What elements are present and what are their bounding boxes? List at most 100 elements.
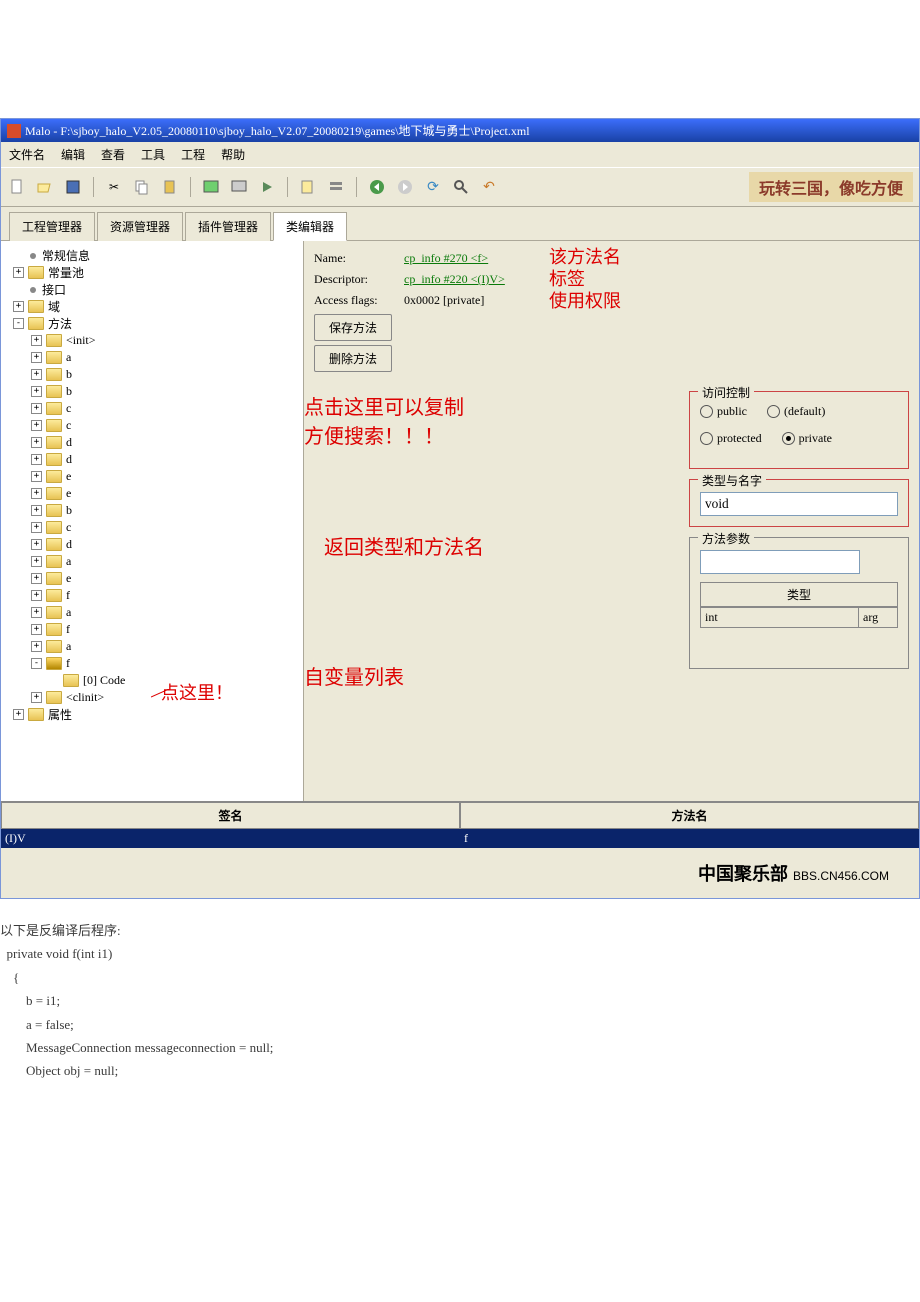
search-icon[interactable] xyxy=(451,177,471,197)
tree-toggle-icon[interactable]: + xyxy=(31,352,42,363)
screen-icon[interactable] xyxy=(229,177,249,197)
radio-default[interactable]: (default) xyxy=(767,404,825,419)
code-line: Object obj = null; xyxy=(0,1059,920,1082)
tree-label: b xyxy=(66,367,72,382)
image-icon[interactable] xyxy=(201,177,221,197)
tree-item[interactable]: +e xyxy=(7,485,297,502)
radio-public[interactable]: public xyxy=(700,404,747,419)
tree-item[interactable]: 常规信息 xyxy=(7,247,297,264)
tree-item[interactable]: +c xyxy=(7,400,297,417)
radio-protected[interactable]: protected xyxy=(700,431,762,446)
tree-toggle-icon[interactable]: + xyxy=(31,590,42,601)
tree-toggle-icon[interactable]: + xyxy=(31,607,42,618)
menu-工程[interactable]: 工程 xyxy=(181,146,205,163)
tree-toggle-icon[interactable]: + xyxy=(31,369,42,380)
save-method-button[interactable]: 保存方法 xyxy=(314,314,392,341)
tree-item[interactable]: +<init> xyxy=(7,332,297,349)
tree-toggle-icon[interactable]: + xyxy=(31,437,42,448)
tree-label: e xyxy=(66,486,71,501)
radio-private[interactable]: private xyxy=(782,431,832,446)
param-input[interactable] xyxy=(700,550,860,574)
tree-item[interactable]: -方法 xyxy=(7,315,297,332)
tree-item[interactable]: + 属性 xyxy=(7,706,297,723)
param-row[interactable]: int arg xyxy=(700,607,898,628)
back-icon[interactable] xyxy=(367,177,387,197)
banner-ad: 玩转三国，像吃方便 xyxy=(749,172,913,202)
undo-icon[interactable]: ↶ xyxy=(479,177,499,197)
tree-toggle-icon[interactable]: - xyxy=(31,658,42,669)
menu-工具[interactable]: 工具 xyxy=(141,146,165,163)
tree-label: a xyxy=(66,554,71,569)
tree-toggle-icon[interactable]: + xyxy=(31,505,42,516)
tree-item[interactable]: [0] Code xyxy=(7,672,297,689)
tree-toggle-icon[interactable]: + xyxy=(31,556,42,567)
refresh-icon[interactable]: ⟳ xyxy=(423,177,443,197)
signature-row[interactable]: (I)V f xyxy=(1,829,919,848)
delete-method-button[interactable]: 删除方法 xyxy=(314,345,392,372)
tree-toggle-icon[interactable]: + xyxy=(13,267,24,278)
tree-toggle-icon[interactable]: + xyxy=(31,335,42,346)
save-icon[interactable] xyxy=(63,177,83,197)
folder-icon xyxy=(46,385,62,398)
cut-icon[interactable]: ✂ xyxy=(104,177,124,197)
tree-item[interactable]: +d xyxy=(7,434,297,451)
tree-toggle-icon[interactable]: + xyxy=(31,386,42,397)
name-value[interactable]: cp_info #270 <f> xyxy=(404,251,488,266)
tree-toggle-icon[interactable]: - xyxy=(13,318,24,329)
tree-toggle-icon[interactable]: + xyxy=(13,301,24,312)
tree-item[interactable]: +d xyxy=(7,451,297,468)
tab-2[interactable]: 插件管理器 xyxy=(185,212,271,241)
open-icon[interactable] xyxy=(35,177,55,197)
menu-文件名[interactable]: 文件名 xyxy=(9,146,45,163)
copy-icon[interactable] xyxy=(132,177,152,197)
tab-1[interactable]: 资源管理器 xyxy=(97,212,183,241)
tree-toggle-icon[interactable]: + xyxy=(31,488,42,499)
tree-item[interactable]: +b xyxy=(7,502,297,519)
tree-item[interactable]: +域 xyxy=(7,298,297,315)
tree-item[interactable]: +f xyxy=(7,587,297,604)
tree-item[interactable]: +f xyxy=(7,621,297,638)
tree-item[interactable]: +a xyxy=(7,349,297,366)
tree-toggle-icon[interactable]: + xyxy=(31,539,42,550)
tree-toggle-icon[interactable]: + xyxy=(31,454,42,465)
tree-toggle-icon[interactable]: + xyxy=(31,624,42,635)
tree-item[interactable]: +d xyxy=(7,536,297,553)
folder-icon xyxy=(46,555,62,568)
forward-icon[interactable] xyxy=(395,177,415,197)
tab-0[interactable]: 工程管理器 xyxy=(9,212,95,241)
tree-item[interactable]: +a xyxy=(7,638,297,655)
tree-item[interactable]: +a xyxy=(7,553,297,570)
tree-toggle-icon[interactable]: + xyxy=(31,692,42,703)
tree-toggle-icon[interactable]: + xyxy=(31,522,42,533)
tree-item[interactable]: 接口 xyxy=(7,281,297,298)
tree-item[interactable]: +e xyxy=(7,570,297,587)
paste-icon[interactable] xyxy=(160,177,180,197)
tree-item[interactable]: +e xyxy=(7,468,297,485)
tree-item[interactable]: -f xyxy=(7,655,297,672)
tree-toggle-icon[interactable]: + xyxy=(31,471,42,482)
menu-编辑[interactable]: 编辑 xyxy=(61,146,85,163)
tree-toggle-icon[interactable]: + xyxy=(31,420,42,431)
tree-label: e xyxy=(66,469,71,484)
new-file-icon[interactable] xyxy=(7,177,27,197)
tree-item[interactable]: +a xyxy=(7,604,297,621)
tree-toggle-icon[interactable]: + xyxy=(31,573,42,584)
menu-帮助[interactable]: 帮助 xyxy=(221,146,245,163)
tool1-icon[interactable] xyxy=(298,177,318,197)
play-icon[interactable] xyxy=(257,177,277,197)
tree-item[interactable]: +b xyxy=(7,383,297,400)
folder-icon xyxy=(46,453,62,466)
tree-item[interactable]: +c xyxy=(7,519,297,536)
tree-label: 属性 xyxy=(48,706,72,723)
tree-item[interactable]: +c xyxy=(7,417,297,434)
tree-item[interactable]: +常量池 xyxy=(7,264,297,281)
type-input[interactable] xyxy=(700,492,898,516)
menu-查看[interactable]: 查看 xyxy=(101,146,125,163)
tab-3[interactable]: 类编辑器 xyxy=(273,212,347,241)
tree-toggle-icon[interactable]: + xyxy=(13,709,24,720)
descriptor-value[interactable]: cp_info #220 <(I)V> xyxy=(404,272,505,287)
tool2-icon[interactable] xyxy=(326,177,346,197)
tree-item[interactable]: +b xyxy=(7,366,297,383)
tree-toggle-icon[interactable]: + xyxy=(31,641,42,652)
tree-toggle-icon[interactable]: + xyxy=(31,403,42,414)
